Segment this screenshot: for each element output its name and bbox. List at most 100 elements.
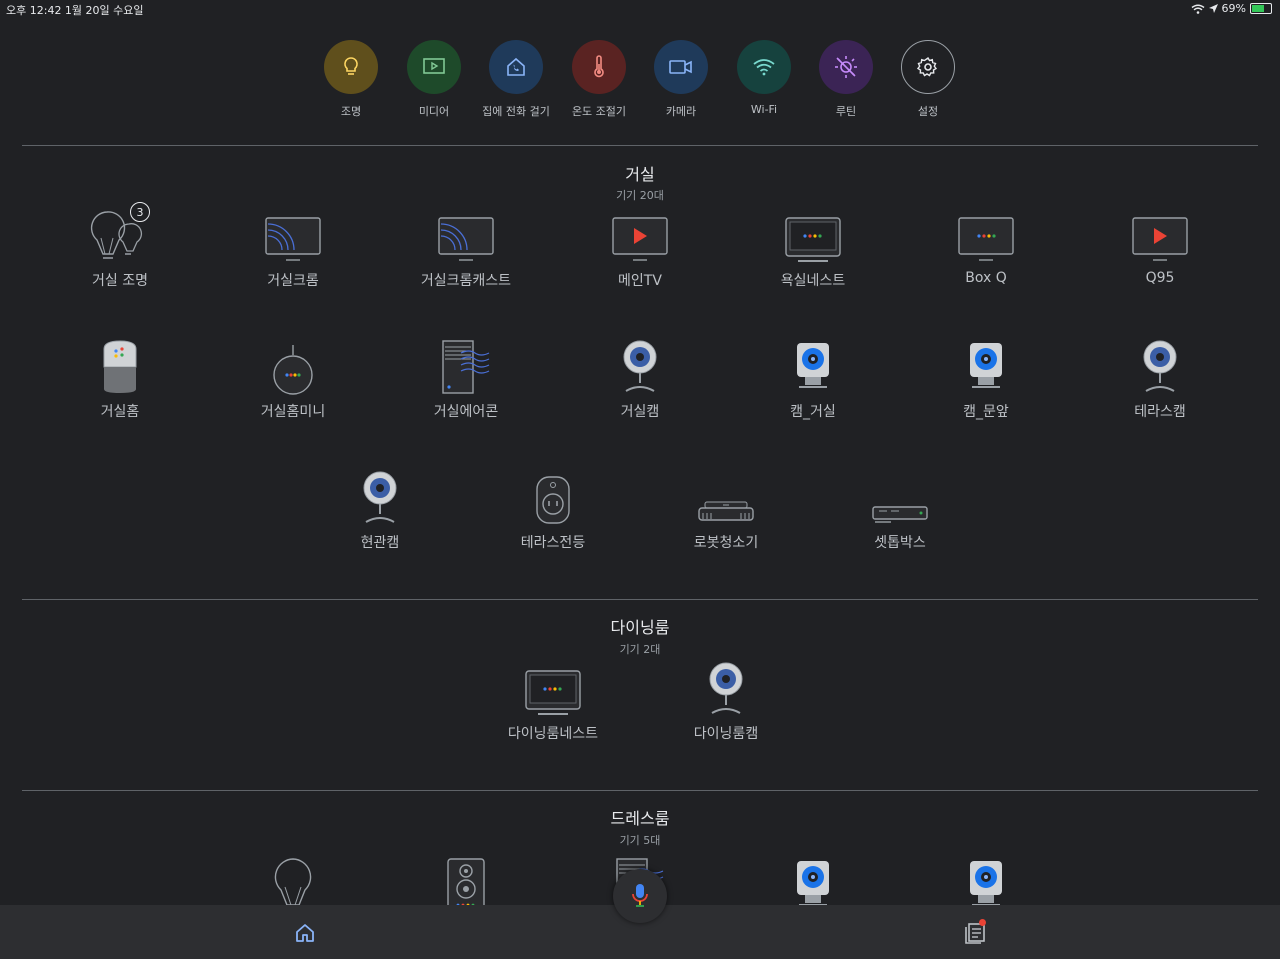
device-tile[interactable]: 메인TV (560, 206, 720, 290)
device-icon-wrap (1080, 337, 1240, 395)
device-icon-wrap (733, 855, 893, 905)
chromecast-tv-icon (265, 217, 321, 261)
location-arrow-icon (1208, 4, 1218, 13)
home-mini-icon (273, 345, 313, 395)
speaker-icon (447, 858, 485, 905)
light-icon (274, 858, 312, 905)
smart-plug-icon (536, 476, 570, 524)
device-name: 셋톱박스 (874, 535, 926, 551)
device-tile[interactable]: 거실크롬 (213, 206, 373, 290)
device-tile[interactable]: Q95 (1080, 206, 1240, 286)
round-camera-icon (623, 340, 657, 392)
device-tile[interactable] (386, 855, 546, 905)
device-tile[interactable]: 3 거실 조명 (40, 202, 200, 290)
device-tile[interactable]: 현관캠 (300, 468, 460, 552)
mic-icon (632, 884, 648, 907)
device-icon-wrap (213, 337, 373, 395)
square-camera-icon (970, 861, 1002, 905)
shortcut-circle (407, 40, 461, 94)
device-tile[interactable]: 로봇청소기 (646, 468, 806, 552)
device-tile[interactable]: 욕실네스트 (733, 206, 893, 290)
feed-tab-button[interactable] (963, 919, 987, 945)
shortcut-circle (489, 40, 543, 94)
nest-hub-icon (785, 217, 841, 262)
device-icon-wrap (733, 337, 893, 395)
lightbulb-icon (344, 57, 358, 75)
device-tile[interactable]: 다이닝룸캠 (646, 659, 806, 743)
routine-sun-icon (835, 56, 857, 78)
device-tile[interactable]: 다이닝룸네스트 (473, 659, 633, 743)
room-title: 다이닝룸 (610, 618, 670, 637)
device-icon-wrap (40, 337, 200, 395)
device-name: 로봇청소기 (693, 535, 759, 551)
device-name: 현관캠 (360, 535, 400, 551)
wifi-icon (753, 59, 775, 76)
device-name: 거실크롬 (267, 273, 319, 289)
robot-vacuum-icon (698, 501, 754, 521)
device-name: 테라스전등 (520, 535, 586, 551)
home-call-icon (507, 57, 525, 76)
device-tile[interactable] (733, 855, 893, 905)
status-bar: 오후 12:42 1월 20일 수요일 69% (0, 0, 1280, 18)
shortcut-label: 설정 (917, 105, 939, 118)
device-tile[interactable]: 거실홈 (40, 337, 200, 421)
room-device-count: 기기 2대 (619, 643, 661, 656)
device-icon-wrap (213, 855, 373, 905)
device-tile[interactable] (906, 855, 1066, 905)
device-tile[interactable]: Box Q (906, 206, 1066, 286)
device-tile[interactable]: 거실캠 (560, 337, 720, 421)
tv-youtube-icon (1132, 217, 1188, 261)
room-title: 거실 (625, 165, 655, 184)
device-tile[interactable]: 거실홈미니 (213, 337, 373, 421)
room-title: 드레스룸 (610, 809, 670, 828)
device-name: 거실캠 (620, 404, 660, 420)
shortcut-circle (324, 40, 378, 94)
device-tile[interactable] (213, 855, 373, 905)
device-icon-wrap: 3 (40, 202, 200, 264)
tv-youtube-icon (612, 217, 668, 261)
divider (22, 145, 1258, 146)
assistant-mic-button[interactable] (613, 869, 667, 923)
device-icon-wrap (213, 206, 373, 264)
status-time-date: 오후 12:42 1월 20일 수요일 (6, 4, 144, 17)
shortcut-circle (901, 40, 955, 94)
wifi-status-icon (1191, 4, 1204, 14)
device-tile[interactable]: 캠_문앞 (906, 337, 1066, 421)
thermometer-icon (594, 55, 604, 78)
device-tile[interactable]: 거실에어콘 (386, 337, 546, 421)
device-name: Box Q (965, 270, 1007, 286)
settop-box-icon (872, 506, 928, 523)
device-name: 메인TV (618, 273, 662, 289)
device-tile[interactable]: 테라스캠 (1080, 337, 1240, 421)
shortcut-settings[interactable]: 설정 (878, 40, 978, 119)
device-name: 테라스캠 (1134, 404, 1186, 420)
notification-dot (979, 919, 986, 926)
google-home-icon (103, 340, 137, 393)
shortcut-bar: 조명 미디어 집에 전화 걸기 온도 조절기 카메라 Wi-Fi 루틴 설정 (0, 40, 1280, 120)
device-icon-wrap (386, 206, 546, 264)
device-tile[interactable]: 테라스전등 (473, 468, 633, 552)
device-icon-wrap (560, 206, 720, 264)
device-tile[interactable]: 캠_거실 (733, 337, 893, 421)
device-icon-wrap (386, 855, 546, 905)
gear-icon (917, 56, 938, 77)
room-device-count: 기기 5대 (619, 834, 661, 847)
room-device-count: 기기 20대 (616, 189, 664, 202)
device-tile[interactable]: 거실크롬캐스트 (386, 206, 546, 290)
device-name: Q95 (1145, 270, 1175, 286)
home-icon (296, 924, 314, 942)
device-tile[interactable]: 셋톱박스 (820, 468, 980, 552)
home-tab-button[interactable] (293, 921, 317, 945)
battery-icon (1250, 3, 1272, 14)
tv-assistant-icon (958, 217, 1014, 261)
shortcut-circle (819, 40, 873, 94)
air-conditioner-icon (442, 340, 490, 394)
device-name: 거실홈 (100, 404, 140, 420)
battery-percent: 69% (1221, 2, 1246, 15)
device-count-badge: 3 (130, 202, 150, 222)
device-name: 다이닝룸네스트 (507, 726, 599, 742)
round-camera-icon (363, 471, 397, 523)
round-camera-icon (1143, 340, 1177, 392)
shortcut-circle (654, 40, 708, 94)
device-icon-wrap (386, 337, 546, 395)
